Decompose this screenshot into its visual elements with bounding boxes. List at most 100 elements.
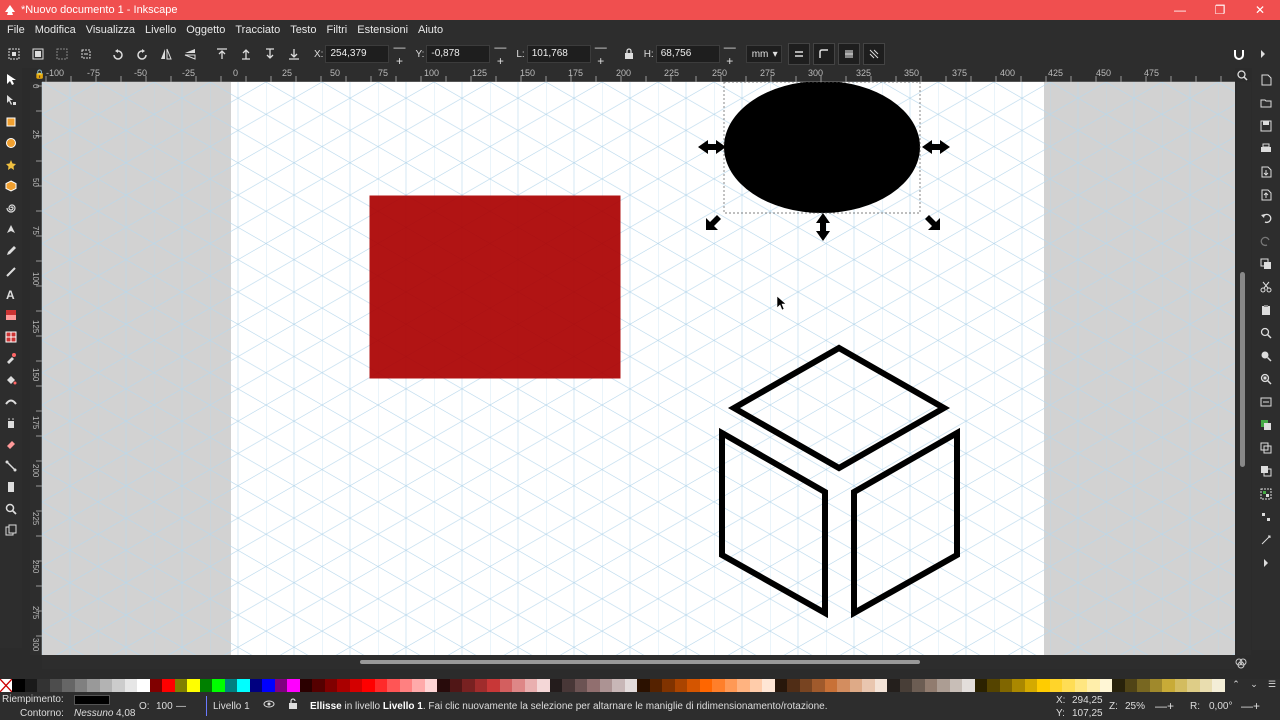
color-swatch[interactable]	[887, 679, 900, 692]
color-swatch[interactable]	[337, 679, 350, 692]
maximize-button[interactable]: ❐	[1200, 0, 1240, 20]
color-swatch[interactable]	[712, 679, 725, 692]
color-swatch[interactable]	[687, 679, 700, 692]
print-icon[interactable]	[1252, 137, 1280, 160]
horizontal-ruler[interactable]: 🔒 -100 -75 -50 -25 0 25 50 75 100 125 15…	[34, 68, 1235, 82]
raise-to-top-icon[interactable]	[211, 43, 233, 65]
menu-file[interactable]: File	[2, 20, 30, 40]
zoom-stepper[interactable]: —+	[1155, 699, 1174, 713]
color-swatch[interactable]	[874, 679, 887, 692]
color-swatch[interactable]	[1149, 679, 1162, 692]
x-stepper[interactable]: —+	[389, 40, 411, 68]
rotate-cw-icon[interactable]	[131, 43, 153, 65]
invert-selection-icon[interactable]	[75, 43, 97, 65]
raise-icon[interactable]	[235, 43, 257, 65]
color-swatch[interactable]	[199, 679, 212, 692]
color-swatch[interactable]	[649, 679, 662, 692]
rotate-ccw-icon[interactable]	[107, 43, 129, 65]
text-tool-icon[interactable]: A	[0, 283, 22, 305]
rectangle-tool-icon[interactable]	[0, 111, 22, 133]
pages-tool-icon[interactable]	[0, 520, 22, 542]
lower-icon[interactable]	[259, 43, 281, 65]
color-swatch[interactable]	[299, 679, 312, 692]
menu-object[interactable]: Oggetto	[181, 20, 230, 40]
color-swatch[interactable]	[1012, 679, 1025, 692]
color-swatch[interactable]	[762, 679, 775, 692]
fill-indicator[interactable]	[74, 695, 110, 705]
star-tool-icon[interactable]	[0, 154, 22, 176]
x-input[interactable]: 254,379	[325, 45, 390, 63]
ellipse-tool-icon[interactable]	[0, 133, 22, 155]
color-swatch[interactable]	[149, 679, 162, 692]
color-swatch[interactable]	[262, 679, 275, 692]
open-icon[interactable]	[1252, 91, 1280, 114]
undo-icon[interactable]	[1252, 206, 1280, 229]
zoom-page-icon[interactable]	[1252, 367, 1280, 390]
color-swatch[interactable]	[1099, 679, 1112, 692]
color-swatch[interactable]	[849, 679, 862, 692]
3d-box-tool-icon[interactable]	[0, 176, 22, 198]
color-swatch[interactable]	[437, 679, 450, 692]
color-swatch[interactable]	[987, 679, 1000, 692]
color-swatch[interactable]	[124, 679, 137, 692]
measure-tool-icon[interactable]	[0, 477, 22, 499]
layer-visibility-icon[interactable]	[263, 698, 275, 713]
opacity-input[interactable]: 100	[156, 701, 173, 712]
color-swatch[interactable]	[87, 679, 100, 692]
color-swatch[interactable]	[12, 679, 25, 692]
height-input[interactable]: 68,756	[655, 45, 720, 63]
color-swatch[interactable]	[62, 679, 75, 692]
pencil-tool-icon[interactable]	[0, 240, 22, 262]
handle-left-arrow-icon[interactable]	[698, 140, 726, 154]
color-swatch[interactable]	[112, 679, 125, 692]
zoom-corner-icon[interactable]	[1235, 68, 1249, 82]
color-swatch[interactable]	[662, 679, 675, 692]
color-swatch[interactable]	[724, 679, 737, 692]
color-swatch[interactable]	[212, 679, 225, 692]
color-swatch[interactable]	[699, 679, 712, 692]
move-patterns-icon[interactable]	[862, 43, 885, 65]
color-swatch[interactable]	[24, 679, 37, 692]
gradient-tool-icon[interactable]	[0, 305, 22, 327]
menu-edit[interactable]: Modifica	[30, 20, 81, 40]
no-paint-swatch[interactable]	[0, 679, 12, 692]
zoom-tool-icon[interactable]	[0, 498, 22, 520]
color-swatch[interactable]	[249, 679, 262, 692]
color-swatch[interactable]	[499, 679, 512, 692]
select-all-icon[interactable]	[3, 43, 25, 65]
y-stepper[interactable]: —+	[490, 40, 512, 68]
menu-path[interactable]: Tracciato	[230, 20, 285, 40]
color-swatch[interactable]	[49, 679, 62, 692]
color-swatch[interactable]	[462, 679, 475, 692]
layer-select[interactable]: Livello 1	[213, 701, 250, 712]
color-swatch[interactable]	[424, 679, 437, 692]
palette-scroll-up-icon[interactable]: ⌃	[1228, 679, 1244, 692]
new-document-icon[interactable]	[1252, 68, 1280, 91]
color-swatch[interactable]	[587, 679, 600, 692]
color-swatch[interactable]	[1162, 679, 1175, 692]
width-stepper[interactable]: —+	[591, 40, 613, 68]
color-swatch[interactable]	[974, 679, 987, 692]
more-commands-icon[interactable]	[1252, 551, 1280, 574]
color-swatch[interactable]	[274, 679, 287, 692]
color-swatch[interactable]	[737, 679, 750, 692]
group-icon[interactable]	[1252, 482, 1280, 505]
h-ruler-lock-icon[interactable]: 🔒	[34, 69, 45, 80]
color-swatch[interactable]	[387, 679, 400, 692]
color-swatch[interactable]	[1074, 679, 1087, 692]
color-swatch[interactable]	[374, 679, 387, 692]
move-gradients-icon[interactable]	[837, 43, 860, 65]
color-swatch[interactable]	[137, 679, 150, 692]
opacity-stepper[interactable]: —	[176, 701, 186, 712]
color-swatch[interactable]	[74, 679, 87, 692]
color-swatch[interactable]	[1199, 679, 1212, 692]
layer-lock-icon[interactable]	[287, 698, 299, 713]
color-swatch[interactable]	[574, 679, 587, 692]
color-swatch[interactable]	[37, 679, 50, 692]
flip-vertical-icon[interactable]	[179, 43, 201, 65]
color-swatch[interactable]	[612, 679, 625, 692]
color-swatch[interactable]	[1212, 679, 1225, 692]
handle-right-arrow-icon[interactable]	[922, 140, 950, 154]
color-swatch[interactable]	[412, 679, 425, 692]
redo-icon[interactable]	[1252, 229, 1280, 252]
